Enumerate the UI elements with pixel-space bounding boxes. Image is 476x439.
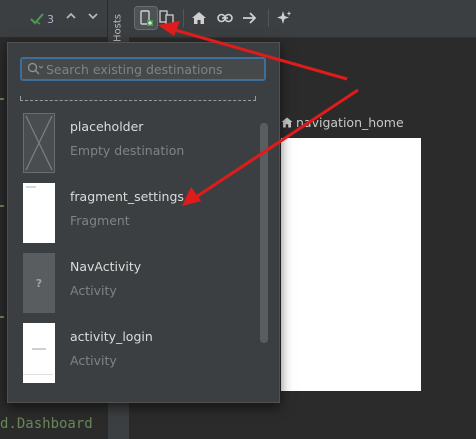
destination-name: NavActivity (70, 259, 142, 274)
destination-item-activity-login[interactable]: activity_login Activity (20, 321, 256, 389)
home-icon (192, 12, 206, 24)
toolbar-separator (268, 9, 269, 27)
create-new-destination-slot[interactable] (20, 96, 256, 101)
add-action-button[interactable] (239, 7, 261, 29)
popup-scrollbar[interactable] (260, 123, 268, 343)
auto-arrange-icon (277, 11, 292, 24)
destination-picker-popup: placeholder Empty destination fragment_s… (7, 42, 280, 403)
new-destination-button[interactable] (134, 6, 158, 30)
warning-count: 3 (47, 12, 54, 26)
destination-type: Empty destination (70, 143, 185, 158)
nested-graph-button[interactable] (156, 7, 178, 29)
nav-editor-toolbar (129, 0, 476, 38)
thumbnail-divider (23, 374, 53, 375)
destination-item-placeholder[interactable]: placeholder Empty destination (20, 111, 256, 179)
checkmark-icon (30, 13, 44, 25)
thumbnail-statusbar (26, 186, 36, 188)
assign-start-button[interactable] (188, 7, 210, 29)
empty-destination-icon (25, 115, 53, 171)
auto-arrange-button[interactable] (273, 7, 295, 29)
gutter-marker (0, 316, 4, 318)
destination-name: activity_login (70, 329, 153, 344)
destination-item-navactivity[interactable]: ? NavActivity Activity (20, 251, 256, 319)
destination-type: Activity (70, 283, 117, 298)
nested-graph-icon (159, 10, 174, 26)
destination-preview[interactable] (281, 138, 421, 391)
search-icon (27, 62, 43, 75)
code-line[interactable]: d.Dashboard (0, 416, 93, 432)
editor-inspection-bar: 3 (0, 0, 107, 37)
deep-link-icon (217, 13, 233, 23)
chevron-up-icon[interactable] (66, 11, 76, 21)
destination-type: Activity (70, 353, 117, 368)
placeholder-thumbnail (23, 113, 55, 173)
toolbar-separator (183, 9, 184, 27)
new-destination-icon (140, 10, 153, 26)
destination-item-fragment-settings[interactable]: fragment_settings Fragment (20, 181, 256, 249)
chevron-down-icon[interactable] (88, 11, 98, 21)
deep-link-button[interactable] (214, 7, 236, 29)
search-field[interactable] (20, 57, 266, 81)
unknown-layout-badge: ? (35, 276, 43, 290)
activity-thumbnail: ? (23, 253, 55, 313)
inspection-status[interactable]: 3 (30, 11, 54, 27)
gutter-marker (0, 205, 4, 207)
start-destination-label: navigation_home (281, 114, 404, 130)
home-icon (281, 117, 293, 127)
destination-name: fragment_settings (70, 189, 184, 204)
destination-name: placeholder (70, 119, 144, 134)
action-arrow-icon (243, 12, 257, 24)
destination-type: Fragment (70, 213, 130, 228)
activity-login-thumbnail (23, 323, 55, 383)
thumbnail-field (32, 348, 46, 350)
search-input[interactable] (46, 60, 261, 79)
destination-name: navigation_home (296, 114, 404, 130)
fragment-thumbnail (23, 183, 55, 243)
gutter-marker (0, 98, 4, 100)
